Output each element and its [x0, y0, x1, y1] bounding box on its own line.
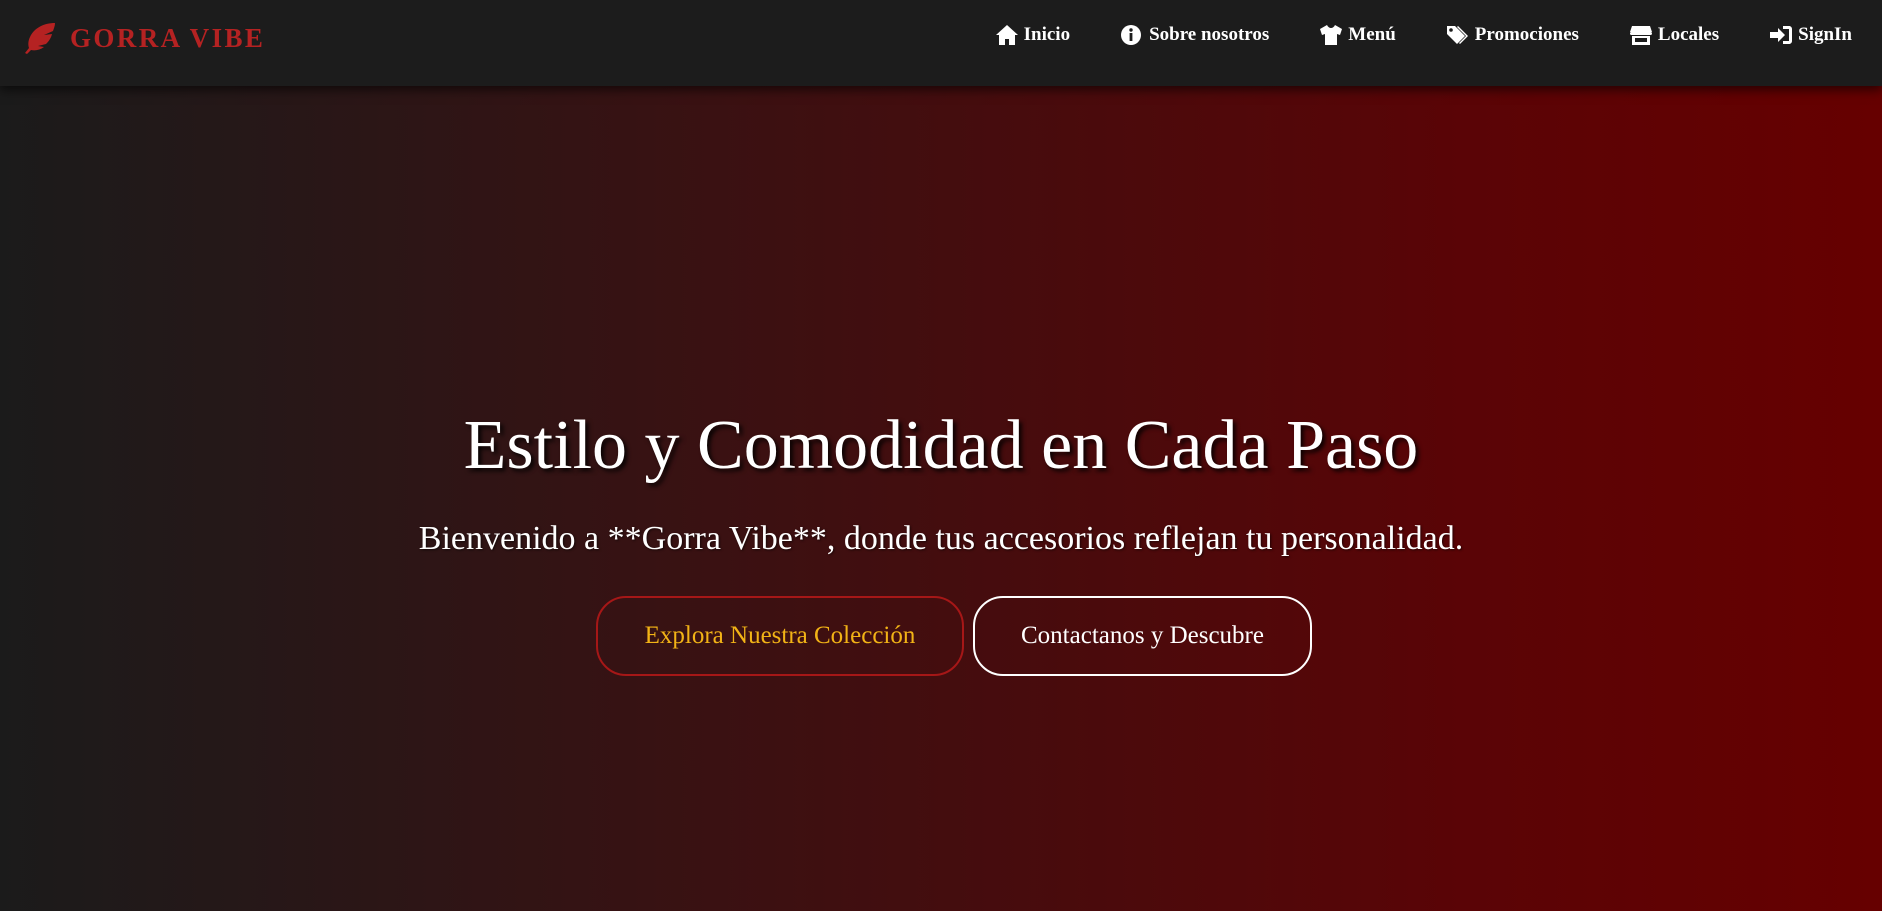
tshirt-icon	[1319, 24, 1343, 46]
explore-collection-button[interactable]: Explora Nuestra Colección	[596, 596, 964, 676]
brand-name: GORRA VIBE	[70, 22, 266, 53]
hero-section: Estilo y Comodidad en Cada Paso Bienveni…	[0, 86, 1882, 911]
sign-in-icon	[1769, 24, 1793, 46]
info-circle-icon	[1120, 24, 1144, 46]
hero-subtitle: Bienvenido a **Gorra Vibe**, donde tus a…	[418, 520, 1464, 557]
top-navbar: GORRA VIBE Inicio Sobre nosotros Menú Pr…	[0, 0, 1882, 86]
home-icon	[995, 24, 1019, 46]
nav-menu: Inicio Sobre nosotros Menú Promociones L…	[995, 24, 1852, 46]
nav-item-label: Sobre nosotros	[1149, 24, 1270, 45]
nav-item-label: SignIn	[1798, 24, 1852, 45]
hero-title: Estilo y Comodidad en Cada Paso	[463, 407, 1419, 484]
nav-item-locales[interactable]: Locales	[1629, 24, 1719, 46]
nav-item-promociones[interactable]: Promociones	[1446, 24, 1579, 46]
tags-icon	[1446, 24, 1470, 46]
nav-item-label: Locales	[1657, 24, 1720, 45]
nav-item-label: Menú	[1348, 24, 1396, 45]
nav-item-label: Inicio	[1023, 24, 1071, 45]
nav-item-signin[interactable]: SignIn	[1769, 24, 1852, 46]
nav-item-label: Promociones	[1474, 24, 1579, 45]
nav-item-inicio[interactable]: Inicio	[995, 24, 1070, 46]
nav-item-menu[interactable]: Menú	[1319, 24, 1396, 46]
brand-logo-link[interactable]: GORRA VIBE	[22, 20, 265, 56]
store-icon	[1629, 24, 1653, 46]
contact-button[interactable]: Contactanos y Descubre	[973, 596, 1312, 676]
feather-icon	[22, 20, 58, 56]
nav-item-sobre-nosotros[interactable]: Sobre nosotros	[1120, 24, 1269, 46]
